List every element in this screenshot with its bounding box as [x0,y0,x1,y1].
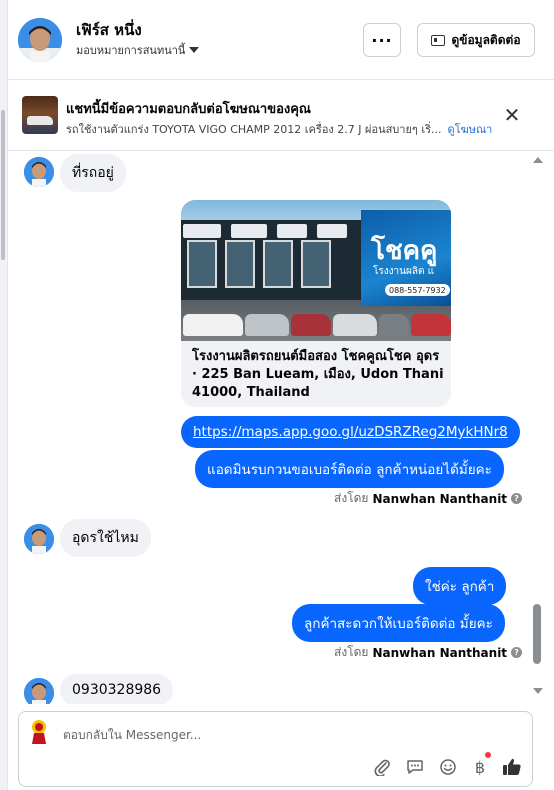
scroll-thumb[interactable] [533,604,541,664]
car [411,314,451,336]
contact-avatar[interactable] [18,18,62,62]
attachment-icon[interactable] [371,756,393,778]
window [187,240,217,288]
payment-baht-icon[interactable]: ฿ [469,756,491,778]
outgoing-message: ใช่ค่ะ ลูกค้า [413,567,507,605]
shop-sign [277,224,307,238]
reply-input[interactable] [63,726,363,744]
banner-sub-text: โรงงานผลิต แ [373,266,435,277]
view-ad-link[interactable]: ดูโฆษณา [447,123,492,136]
conversation-header: เฟิร์ส หนึ่ง มอบหมายการสนทนานี้ ··· ดูข้… [8,0,554,80]
outgoing-message: แอดมินรบกวนขอเบอร์ติดต่อ ลูกค้าหน่อยได้ม… [195,450,504,488]
parked-cars [181,310,451,341]
info-icon[interactable]: ? [511,647,523,658]
car [245,314,289,336]
sent-by-prefix: ส่งโดย [334,645,369,659]
scroll-up-arrow-icon[interactable] [533,157,543,163]
sent-by-label: ส่งโดย Nanwhan Nanthanit ? [334,489,523,508]
ad-banner-title: แชทนี้มีข้อความตอบกลับต่อโฆษณาของคุณ [66,102,311,117]
shop-sign [183,224,221,238]
sent-by-prefix: ส่งโดย [334,491,369,505]
close-banner-button[interactable]: ✕ [500,103,524,127]
shop-sign [231,224,267,238]
reply-composer: ฿ [18,711,533,787]
window [225,240,255,288]
assign-conversation-dropdown[interactable]: มอบหมายการสนทนานี้ [76,41,200,59]
contact-card-icon [431,34,446,46]
like-thumbs-up-icon[interactable] [501,756,523,778]
page-avatar [27,718,51,744]
contact-avatar-small[interactable] [24,678,54,704]
car [291,314,331,336]
contact-name[interactable]: เฟิร์ส หนึ่ง [76,18,142,42]
notification-dot [485,752,491,758]
shop-sign [317,224,347,238]
left-scroll-thumb[interactable] [1,110,5,260]
sender-name: Nanwhan Nanthanit [372,645,508,660]
incoming-message: ที่รถอยู่ [60,154,126,192]
scroll-down-arrow-icon[interactable] [533,688,543,694]
car [333,314,377,336]
location-card[interactable]: โชคคู โรงงานผลิต แ 088-557-7932 โรงงานผล… [181,200,451,407]
contact-avatar-small[interactable] [24,524,54,554]
ad-reply-banner: แชทนี้มีข้อความตอบกลับต่อโฆษณาของคุณ รถใ… [8,81,554,151]
chevron-down-icon [189,47,200,53]
emoji-icon[interactable] [437,756,459,778]
ad-thumbnail[interactable] [22,96,58,134]
view-contact-button[interactable]: ดูข้อมูลติดต่อ [417,23,535,57]
assign-label: มอบหมายการสนทนานี้ [76,44,186,57]
location-caption: โรงงานผลิตรถยนต์มือสอง โชคคูณโชค อุดร · … [192,349,444,400]
more-options-button[interactable]: ··· [363,23,401,57]
car [183,314,243,336]
saved-replies-icon[interactable] [404,756,426,778]
ad-banner-description: รถใช้งานตัวแกร่ง TOYOTA VIGO CHAMP 2012 … [66,120,492,138]
view-contact-label: ดูข้อมูลติดต่อ [451,32,521,47]
window [263,240,293,288]
incoming-message: 0930328986 [60,674,174,704]
outgoing-link-message[interactable]: https://maps.app.goo.gl/uzDSRZReg2MykHNr… [181,416,520,448]
car-image [27,116,53,125]
ad-description-text: รถใช้งานตัวแกร่ง TOYOTA VIGO CHAMP 2012 … [66,123,442,136]
car [379,314,409,336]
window [301,240,331,288]
sender-name: Nanwhan Nanthanit [372,491,508,506]
message-thread[interactable]: ที่รถอยู่ โชคคู โรงงานผลิต แ 088-557-793… [8,152,542,704]
contact-avatar-small[interactable] [24,157,54,187]
location-image: โชคคู โรงงานผลิต แ 088-557-7932 [181,200,451,341]
banner-phone: 088-557-7932 [385,284,450,296]
outgoing-message: ลูกค้าสะดวกให้เบอร์ติดต่อ มั้ยคะ [292,604,505,642]
left-frame-scrollbar [0,0,8,790]
info-icon[interactable]: ? [511,493,523,504]
incoming-message: อุดรใช้ไหม [60,519,151,557]
thread-scrollbar[interactable] [530,152,544,704]
sent-by-label: ส่งโดย Nanwhan Nanthanit ? [334,643,523,662]
